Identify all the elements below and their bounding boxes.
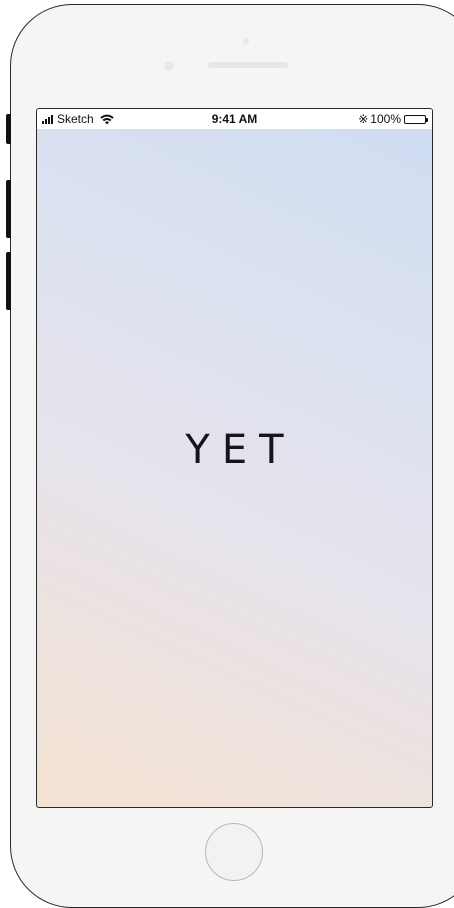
app-screen[interactable]: Sketch 9:41 AM ※ 100% YET	[36, 108, 433, 808]
home-button[interactable]	[205, 823, 263, 881]
volume-up-button[interactable]	[6, 180, 11, 238]
device-stage: Sketch 9:41 AM ※ 100% YET	[0, 0, 454, 908]
status-bar: Sketch 9:41 AM ※ 100%	[37, 109, 432, 129]
status-right: ※ 100%	[358, 112, 428, 126]
front-camera	[164, 61, 174, 71]
volume-down-button[interactable]	[6, 252, 11, 310]
battery-percent: 100%	[370, 112, 401, 126]
silent-switch[interactable]	[6, 114, 11, 144]
battery-icon	[404, 114, 428, 124]
app-logo: YET	[185, 427, 296, 473]
earpiece-speaker	[208, 62, 288, 68]
proximity-sensor	[243, 38, 249, 44]
bluetooth-icon: ※	[358, 112, 369, 126]
